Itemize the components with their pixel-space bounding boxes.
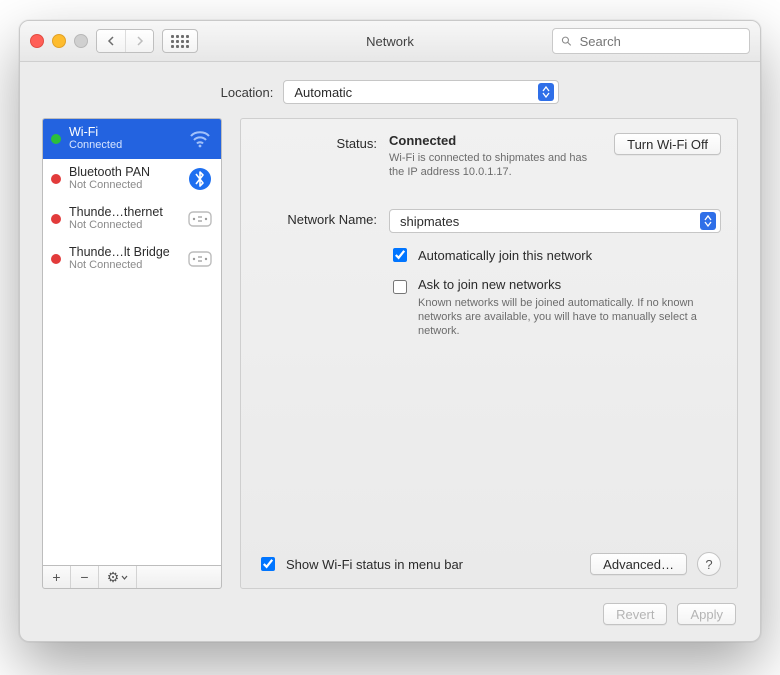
add-service-button[interactable]: + (43, 566, 71, 588)
service-name: Thunde…thernet (69, 205, 179, 219)
thunderbolt-icon (187, 246, 213, 272)
location-row: Location: Automatic (42, 80, 738, 104)
service-status: Not Connected (69, 259, 179, 272)
bluetooth-icon (187, 166, 213, 192)
service-name: Wi-Fi (69, 125, 179, 139)
show-all-button[interactable] (162, 29, 198, 53)
minimize-window-button[interactable] (52, 34, 66, 48)
service-actions-button[interactable]: ⚙︎ (99, 566, 137, 588)
gear-icon: ⚙︎ (107, 569, 129, 586)
window-footer: Revert Apply (42, 603, 738, 625)
remove-service-button[interactable]: − (71, 566, 99, 588)
ask-join-label: Ask to join new networks (418, 277, 698, 292)
status-dot-icon (51, 254, 61, 264)
network-name-popup[interactable]: shipmates (389, 209, 721, 233)
sidebar-column: Wi-Fi Connected Bluetooth PAN Not Connec… (42, 118, 222, 589)
service-status: Not Connected (69, 219, 179, 232)
ask-join-checkbox[interactable] (393, 280, 407, 294)
network-name-label: Network Name: (257, 209, 377, 338)
search-input[interactable] (578, 33, 741, 50)
network-prefs-window: Network Location: Automatic (19, 20, 761, 642)
auto-join-checkbox[interactable] (393, 248, 407, 262)
show-menu-label: Show Wi-Fi status in menu bar (286, 557, 463, 572)
detail-footer: Show Wi-Fi status in menu bar Advanced… … (257, 552, 721, 576)
grid-icon (171, 35, 189, 48)
service-status: Not Connected (69, 179, 179, 192)
service-thunderbolt-ethernet[interactable]: Thunde…thernet Not Connected (43, 199, 221, 239)
location-value: Automatic (294, 85, 352, 100)
zoom-window-button[interactable] (74, 34, 88, 48)
status-description: Wi-Fi is connected to shipmates and has … (389, 151, 600, 179)
status-dot-icon (51, 214, 61, 224)
close-window-button[interactable] (30, 34, 44, 48)
location-popup[interactable]: Automatic (283, 80, 559, 104)
help-button[interactable]: ? (697, 552, 721, 576)
content: Location: Automatic Wi-Fi Connected (20, 62, 760, 641)
service-list[interactable]: Wi-Fi Connected Bluetooth PAN Not Connec… (42, 118, 222, 565)
window-controls (30, 34, 88, 48)
advanced-button[interactable]: Advanced… (590, 553, 687, 575)
status-value: Connected (389, 133, 600, 148)
ask-join-checkbox-row: Ask to join new networks Known networks … (389, 277, 721, 338)
popup-arrows-icon (538, 83, 554, 101)
location-label: Location: (221, 85, 274, 100)
nav-back-forward (96, 29, 154, 53)
wifi-toggle-button[interactable]: Turn Wi-Fi Off (614, 133, 721, 155)
service-bluetooth-pan[interactable]: Bluetooth PAN Not Connected (43, 159, 221, 199)
auto-join-label: Automatically join this network (418, 248, 592, 263)
auto-join-checkbox-row: Automatically join this network (389, 245, 721, 265)
main-area: Wi-Fi Connected Bluetooth PAN Not Connec… (42, 118, 738, 589)
back-button[interactable] (97, 30, 125, 52)
apply-button[interactable]: Apply (677, 603, 736, 625)
ask-join-description: Known networks will be joined automatica… (418, 296, 698, 338)
service-thunderbolt-bridge[interactable]: Thunde…lt Bridge Not Connected (43, 239, 221, 279)
show-menu-checkbox[interactable] (261, 557, 275, 571)
detail-pane: Status: Connected Wi-Fi is connected to … (240, 118, 738, 589)
thunderbolt-icon (187, 206, 213, 232)
search-icon (561, 35, 572, 47)
popup-arrows-icon (700, 212, 716, 230)
service-wifi[interactable]: Wi-Fi Connected (43, 119, 221, 159)
revert-button[interactable]: Revert (603, 603, 667, 625)
service-list-toolbar: + − ⚙︎ (42, 565, 222, 589)
status-dot-icon (51, 174, 61, 184)
show-menu-checkbox-row: Show Wi-Fi status in menu bar (257, 554, 463, 574)
forward-button[interactable] (125, 30, 153, 52)
network-name-value: shipmates (400, 214, 459, 229)
status-dot-icon (51, 134, 61, 144)
service-name: Thunde…lt Bridge (69, 245, 179, 259)
service-status: Connected (69, 139, 179, 152)
status-label: Status: (257, 133, 377, 179)
service-name: Bluetooth PAN (69, 165, 179, 179)
search-field[interactable] (552, 28, 750, 54)
titlebar: Network (20, 21, 760, 62)
wifi-icon (187, 126, 213, 152)
